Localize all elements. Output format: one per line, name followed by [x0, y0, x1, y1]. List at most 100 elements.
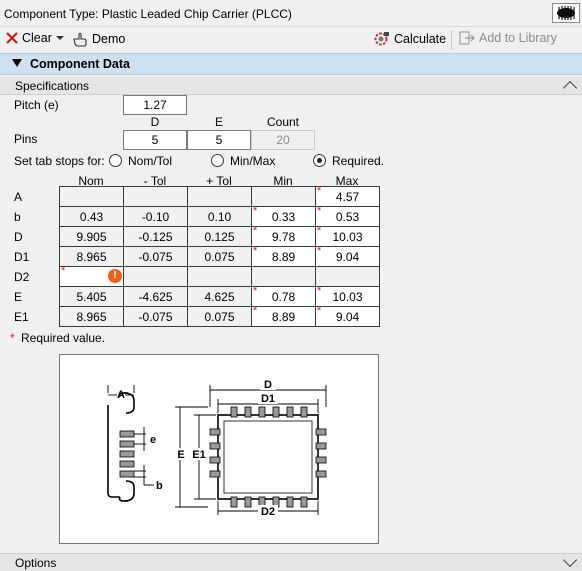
cell-e1-nom: 8.965	[59, 306, 124, 327]
required-note: Required value.	[21, 331, 106, 345]
figure-label-d2: D2	[261, 506, 275, 518]
row-label-e: E	[14, 290, 23, 304]
chevron-down-icon[interactable]	[55, 35, 64, 41]
pins-count-field: 20	[251, 130, 315, 150]
pitch-label: Pitch (e)	[14, 98, 59, 112]
pitch-input[interactable]: 1.27	[123, 95, 187, 115]
row-label-d2: D2	[14, 270, 30, 284]
dimension-table: * 4.57 0.43 -0.10 0.10 * 0.33 * 0.53 9.905 …	[59, 185, 380, 327]
add-to-library-icon	[459, 31, 475, 45]
figure-label-a: A	[117, 389, 125, 401]
required-marker: *	[317, 305, 322, 317]
options-header[interactable]: Options	[0, 552, 582, 571]
add-to-library-button[interactable]: Add to Library	[459, 31, 557, 45]
chip-image-button[interactable]	[552, 3, 580, 23]
component-type-title: Component Type: Plastic Leaded Chip Carr…	[4, 7, 292, 21]
cell-d2-max	[315, 266, 380, 287]
cell-a-max[interactable]: * 4.57	[315, 185, 380, 207]
cell-d-max[interactable]: * 10.03	[315, 225, 380, 247]
specifications-header[interactable]: Specifications	[0, 77, 582, 96]
cell-e-max[interactable]: * 10.03	[315, 285, 380, 307]
pins-d-header: D	[150, 115, 160, 129]
cell-e-min[interactable]: * 0.78	[251, 285, 316, 307]
row-label-e1: E1	[14, 310, 29, 324]
cell-b-nom: 0.43	[59, 206, 124, 227]
required-marker: *	[253, 225, 258, 237]
specifications-title: Specifications	[15, 79, 90, 93]
radio-min-max[interactable]	[211, 154, 224, 167]
cell-d-nom: 9.905	[59, 226, 124, 247]
pins-e-header: E	[214, 115, 223, 129]
component-data-header[interactable]: Component Data	[0, 53, 582, 75]
demo-button[interactable]: Demo	[72, 31, 125, 47]
collapse-triangle-icon[interactable]	[12, 59, 22, 67]
plcc-diagram: A e b D D1 D2 E E1	[107, 378, 327, 518]
pins-e-input[interactable]: 5	[187, 130, 251, 150]
radio-required[interactable]	[313, 154, 326, 167]
figure-label-e: E	[177, 449, 184, 461]
cell-d1-nom: 8.965	[59, 246, 124, 267]
pins-count-header: Count	[266, 115, 300, 129]
cell-a-ptol	[187, 186, 252, 207]
cell-d-mtol: -0.125	[123, 226, 188, 247]
cell-d2-ptol	[187, 266, 252, 287]
add-to-library-label: Add to Library	[479, 31, 557, 45]
table-row: *!	[59, 265, 380, 287]
cell-e1-mtol: -0.075	[123, 306, 188, 327]
cell-d2-nom[interactable]: *!	[59, 265, 124, 287]
table-row: 9.905 -0.125 0.125 * 9.78 * 10.03	[59, 225, 380, 247]
calculator-icon	[374, 32, 389, 46]
close-icon	[6, 32, 18, 44]
plcc-dimension-figure: A e b D D1 D2 E E1	[59, 354, 379, 544]
cell-e1-ptol: 0.075	[187, 306, 252, 327]
cell-b-min[interactable]: * 0.33	[251, 205, 316, 227]
required-marker: *	[317, 225, 322, 237]
figure-label-d1: D1	[261, 393, 275, 405]
cell-d1-mtol: -0.075	[123, 246, 188, 267]
chevron-down-icon[interactable]	[562, 552, 578, 568]
chevron-up-icon[interactable]	[562, 80, 578, 96]
required-marker: *	[61, 265, 66, 277]
cell-e-mtol: -4.625	[123, 286, 188, 307]
cell-e-nom: 5.405	[59, 286, 124, 307]
row-label-d1: D1	[14, 250, 30, 264]
cell-d2-mtol	[123, 266, 188, 287]
cell-b-max[interactable]: * 0.53	[315, 205, 380, 227]
cell-e-ptol: 4.625	[187, 286, 252, 307]
required-note-marker: *	[10, 331, 15, 345]
cell-e1-min[interactable]: * 8.89	[251, 305, 316, 327]
radio-nom-tol-label[interactable]: Nom/Tol	[128, 154, 172, 168]
cell-b-ptol: 0.10	[187, 206, 252, 227]
cell-e1-max[interactable]: * 9.04	[315, 305, 380, 327]
component-data-title: Component Data	[30, 57, 130, 71]
required-marker: *	[253, 285, 258, 297]
row-label-d: D	[14, 230, 23, 244]
tabstops-label: Set tab stops for:	[14, 154, 105, 168]
table-row: * 4.57	[59, 185, 380, 207]
radio-nom-tol[interactable]	[109, 154, 122, 167]
cell-a-min	[251, 186, 316, 207]
clear-label: Clear	[22, 31, 52, 45]
row-label-b: b	[14, 210, 21, 224]
cell-b-mtol: -0.10	[123, 206, 188, 227]
required-marker: *	[253, 205, 258, 217]
required-marker: *	[253, 305, 258, 317]
hand-pointer-icon	[73, 32, 87, 47]
figure-label-d: D	[264, 379, 272, 391]
required-marker: *	[317, 185, 322, 197]
cell-d1-min[interactable]: * 8.89	[251, 245, 316, 267]
pins-d-input[interactable]: 5	[123, 130, 187, 150]
pins-label: Pins	[14, 132, 38, 146]
required-marker: *	[253, 245, 258, 257]
cell-d1-max[interactable]: * 9.04	[315, 245, 380, 267]
cell-d-ptol: 0.125	[187, 226, 252, 247]
cell-d-min[interactable]: * 9.78	[251, 225, 316, 247]
clear-button[interactable]: Clear	[6, 31, 64, 45]
calculate-button[interactable]: Calculate	[373, 31, 446, 47]
required-marker: *	[317, 205, 322, 217]
radio-min-max-label[interactable]: Min/Max	[230, 154, 275, 168]
cell-a-mtol	[123, 186, 188, 207]
required-marker: *	[317, 285, 322, 297]
table-row: 8.965 -0.075 0.075 * 8.89 * 9.04	[59, 305, 380, 327]
radio-required-label[interactable]: Required.	[332, 154, 384, 168]
